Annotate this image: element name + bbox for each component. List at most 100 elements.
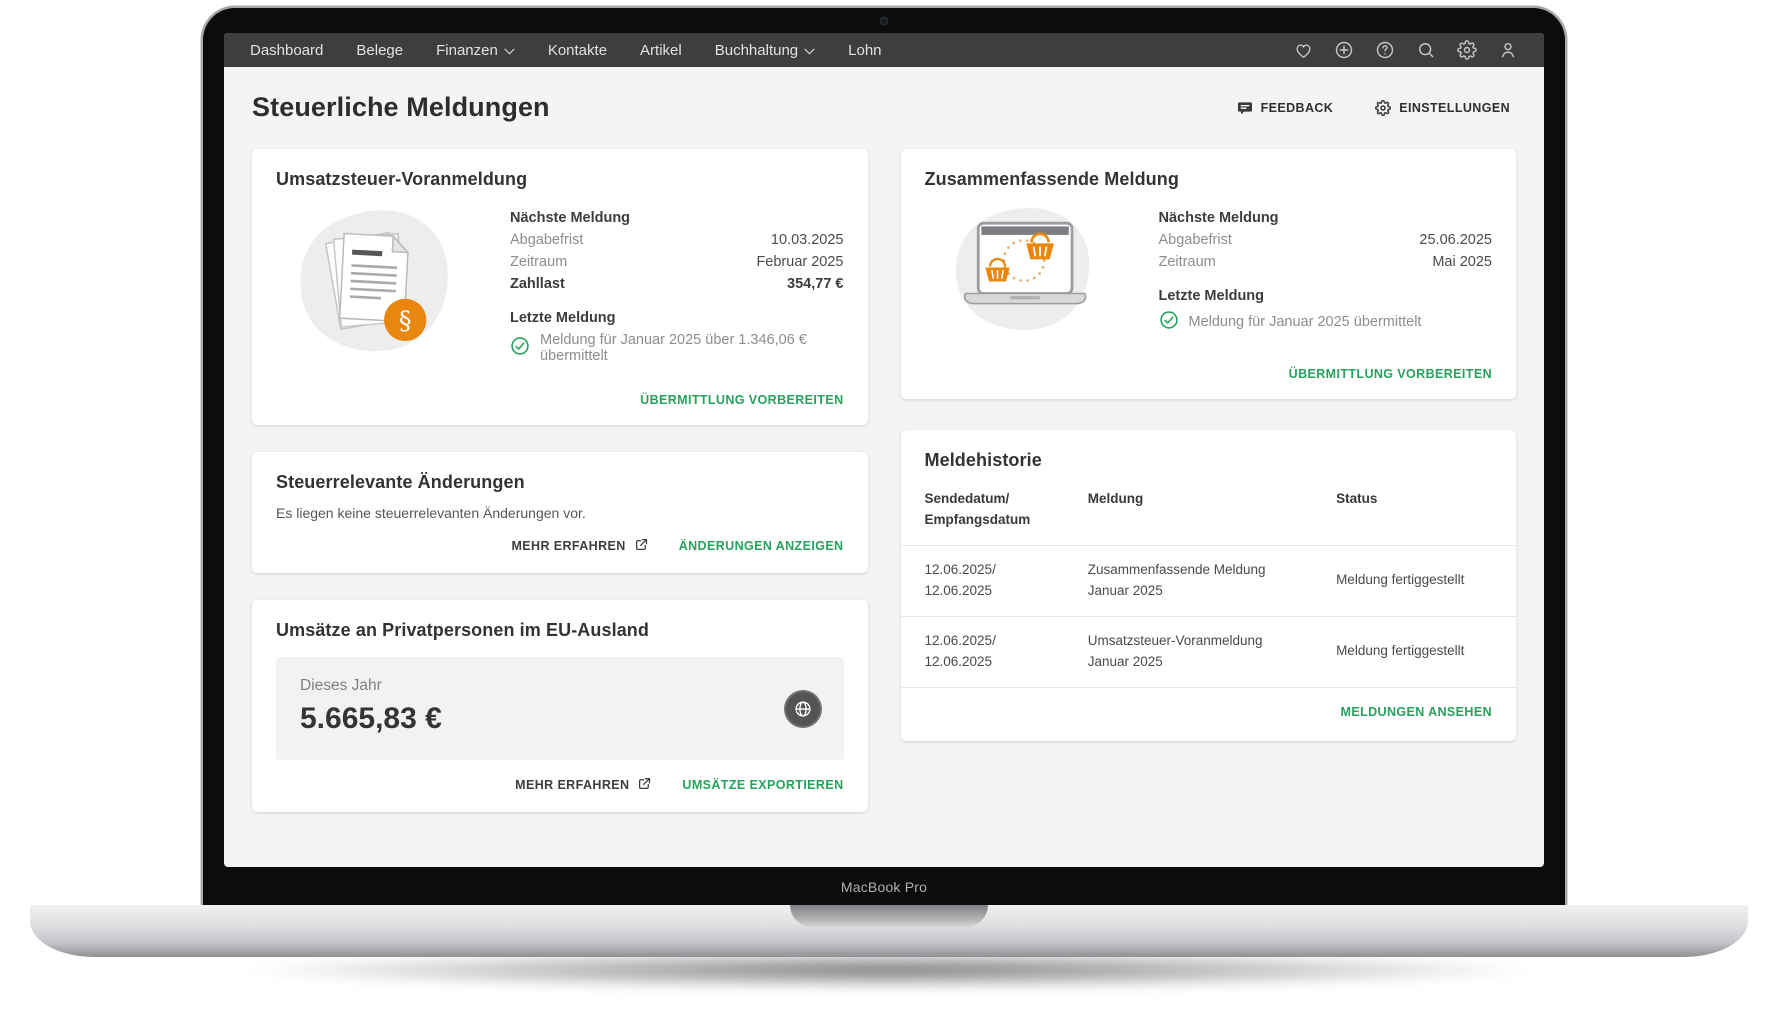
table-row: 12.06.2025/ 12.06.2025 Umsatzsteuer-Vora… <box>901 616 1517 687</box>
laptop-hinge-notch <box>790 905 988 927</box>
external-link-icon <box>637 776 652 794</box>
nav-item-kontakte[interactable]: Kontakte <box>548 42 607 59</box>
card-actions: MELDUNGEN ANSEHEN <box>901 687 1517 723</box>
user-icon[interactable] <box>1498 40 1518 60</box>
nav-item-buchhaltung[interactable]: Buchhaltung <box>715 42 815 59</box>
card-title: Zusammenfassende Meldung <box>925 169 1493 190</box>
gear-icon <box>1375 100 1391 116</box>
detail-label: Zeitraum <box>1159 251 1216 273</box>
detail-value: Februar 2025 <box>756 251 843 273</box>
card-umsatzsteuer-voranmeldung: Umsatzsteuer-Voranmeldung <box>252 149 868 425</box>
app-window: Dashboard Belege Finanzen Kontakte Artik… <box>224 33 1544 867</box>
detail-row: Zeitraum Mai 2025 <box>1159 251 1493 273</box>
settings-label: EINSTELLUNGEN <box>1399 101 1510 115</box>
section-label: Letzte Meldung <box>1159 288 1493 304</box>
detail-row: Abgabefrist 25.06.2025 <box>1159 229 1493 251</box>
cell-date: 12.06.2025/ 12.06.2025 <box>925 631 1078 673</box>
card-actions: ÜBERMITTLUNG VORBEREITEN <box>276 377 844 407</box>
card-body: Nächste Meldung Abgabefrist 25.06.2025 Ze… <box>925 204 1493 334</box>
cell-report: Zusammenfassende Meldung Januar 2025 <box>1088 560 1326 602</box>
card-title: Umsätze an Privatpersonen im EU-Ausland <box>276 620 844 641</box>
page-content: Steuerliche Meldungen FEEDBACK EINSTELLU… <box>224 67 1544 812</box>
globe-icon[interactable] <box>784 690 822 728</box>
section-label: Nächste Meldung <box>1159 210 1493 226</box>
status-line: Meldung für Januar 2025 über 1.346,06 € … <box>510 332 844 364</box>
table-header-row: Sendedatum/ Empfangsdatum Meldung Status <box>901 489 1517 545</box>
laptop-base <box>30 905 1748 957</box>
nav-item-finanzen[interactable]: Finanzen <box>436 42 515 59</box>
check-circle-icon <box>510 336 530 360</box>
report-details: Nächste Meldung Abgabefrist 10.03.2025 Ze… <box>510 204 844 364</box>
card-eu-umsaetze: Umsätze an Privatpersonen im EU-Ausland … <box>252 600 868 812</box>
show-changes-link[interactable]: ÄNDERUNGEN ANZEIGEN <box>679 539 844 553</box>
section-label: Letzte Meldung <box>510 310 844 326</box>
export-sales-link[interactable]: UMSÄTZE EXPORTIEREN <box>682 778 843 792</box>
amount-panel: Dieses Jahr 5.665,83 € <box>276 657 844 760</box>
learn-more-link[interactable]: MEHR ERFAHREN <box>511 537 648 555</box>
check-circle-icon <box>1159 310 1179 334</box>
card-body: § Nächste Meldung Abgabefrist 10.03.2025 … <box>276 204 844 364</box>
link-label: MEHR ERFAHREN <box>511 539 625 553</box>
card-title: Steuerrelevante Änderungen <box>276 472 844 493</box>
speech-bubble-icon <box>1237 100 1253 116</box>
right-column: Zusammenfassende Meldung <box>901 149 1517 741</box>
cell-status: Meldung fertiggestellt <box>1336 641 1512 662</box>
detail-row: Zeitraum Februar 2025 <box>510 251 844 273</box>
detail-value: 25.06.2025 <box>1419 229 1492 251</box>
detail-label: Zeitraum <box>510 251 567 273</box>
card-meldehistorie: Meldehistorie Sendedatum/ Empfangsdatum … <box>901 430 1517 741</box>
card-steuerrelevante-aenderungen: Steuerrelevante Änderungen Es liegen kei… <box>252 452 868 573</box>
table-row: 12.06.2025/ 12.06.2025 Zusammenfassende … <box>901 545 1517 616</box>
add-circle-icon[interactable] <box>1334 40 1354 60</box>
cell-report: Umsatzsteuer-Voranmeldung Januar 2025 <box>1088 631 1326 673</box>
section-label: Nächste Meldung <box>510 210 844 226</box>
macbook-mockup: Dashboard Belege Finanzen Kontakte Artik… <box>0 0 1778 1024</box>
page-header: Steuerliche Meldungen FEEDBACK EINSTELLU… <box>252 92 1516 123</box>
nav-item-belege[interactable]: Belege <box>356 42 403 59</box>
card-actions: MEHR ERFAHREN ÄNDERUNGEN ANZEIGEN <box>276 521 844 555</box>
paragraph-symbol: § <box>399 306 412 336</box>
left-column: Umsatzsteuer-Voranmeldung <box>252 149 868 812</box>
status-line: Meldung für Januar 2025 übermittelt <box>1159 310 1493 334</box>
column-header-date: Sendedatum/ Empfangsdatum <box>925 489 1078 531</box>
nav-label: Dashboard <box>250 42 323 59</box>
laptop-screen-frame: Dashboard Belege Finanzen Kontakte Artik… <box>203 8 1565 905</box>
nav-item-artikel[interactable]: Artikel <box>640 42 682 59</box>
view-reports-link[interactable]: MELDUNGEN ANSEHEN <box>1341 705 1492 719</box>
heart-icon[interactable] <box>1294 41 1313 60</box>
detail-value: Mai 2025 <box>1432 251 1492 273</box>
card-zusammenfassende-meldung: Zusammenfassende Meldung <box>901 149 1517 399</box>
nav-item-lohn[interactable]: Lohn <box>848 42 881 59</box>
detail-value: 354,77 € <box>787 273 843 295</box>
chevron-down-icon <box>804 42 815 59</box>
documents-paragraph-illustration: § <box>276 204 472 364</box>
column-header-status: Status <box>1336 489 1512 531</box>
detail-label: Zahllast <box>510 273 565 295</box>
learn-more-link[interactable]: MEHR ERFAHREN <box>515 776 652 794</box>
page-title: Steuerliche Meldungen <box>252 92 550 123</box>
nav-label: Lohn <box>848 42 881 59</box>
settings-button[interactable]: EINSTELLUNGEN <box>1369 99 1516 117</box>
amount-value: 5.665,83 € <box>300 702 820 736</box>
empty-state-text: Es liegen keine steuerrelevanten Änderun… <box>276 505 844 521</box>
header-actions: FEEDBACK EINSTELLUNGEN <box>1231 99 1516 117</box>
feedback-label: FEEDBACK <box>1261 101 1334 115</box>
search-icon[interactable] <box>1416 40 1436 60</box>
detail-label: Abgabefrist <box>1159 229 1232 251</box>
nav-label: Artikel <box>640 42 682 59</box>
gear-icon[interactable] <box>1457 40 1477 60</box>
feedback-button[interactable]: FEEDBACK <box>1231 99 1340 117</box>
laptop-baskets-illustration <box>925 204 1121 334</box>
detail-value: 10.03.2025 <box>771 229 844 251</box>
nav-label: Kontakte <box>548 42 607 59</box>
top-navigation: Dashboard Belege Finanzen Kontakte Artik… <box>224 33 1544 67</box>
detail-label: Abgabefrist <box>510 229 583 251</box>
nav-item-dashboard[interactable]: Dashboard <box>250 42 323 59</box>
nav-icon-bar <box>1294 40 1518 60</box>
card-title: Meldehistorie <box>925 450 1493 471</box>
prepare-submission-link[interactable]: ÜBERMITTLUNG VORBEREITEN <box>1289 367 1492 381</box>
detail-row: Abgabefrist 10.03.2025 <box>510 229 844 251</box>
prepare-submission-link[interactable]: ÜBERMITTLUNG VORBEREITEN <box>640 393 843 407</box>
history-table: Sendedatum/ Empfangsdatum Meldung Status… <box>901 489 1517 687</box>
help-circle-icon[interactable] <box>1375 40 1395 60</box>
